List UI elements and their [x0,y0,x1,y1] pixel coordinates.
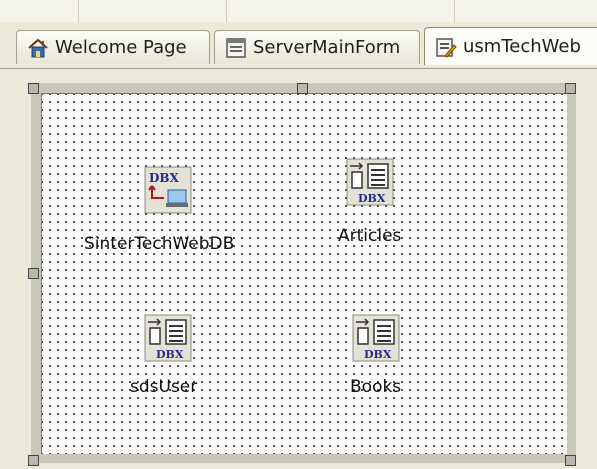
component-label: Articles [338,226,402,246]
dbx-connection-icon: DBX [144,166,192,214]
resize-handle-top[interactable] [297,83,308,94]
toolbar-segment [78,0,227,22]
tab-label: Welcome Page [55,37,187,58]
resize-handle-top-left[interactable] [28,83,39,94]
toolbar-segment [0,0,79,22]
dbx-dataset-icon: DBX [144,314,192,362]
tab-label: ServerMainForm [253,37,401,58]
component-sdsuser[interactable]: DBX [144,314,192,362]
component-sintertechwebdb[interactable]: DBX [144,166,192,214]
component-label: Books [350,377,402,397]
tab-label: usmTechWeb [463,36,581,57]
dbx-dataset-icon: DBX [352,314,400,362]
top-toolbar-strip [0,0,597,23]
tab-welcome-page[interactable]: Welcome Page [16,30,210,64]
toolbar-segment [226,0,455,22]
resize-handle-bottom-left[interactable] [28,455,39,466]
dbx-dataset-icon: DBX [346,158,394,206]
resize-handle-top-right[interactable] [565,83,576,94]
component-books[interactable]: DBX [352,314,400,362]
resize-handle-left[interactable] [28,268,39,279]
svg-text:DBX: DBX [364,348,392,361]
editor-tab-bar: Welcome Page ServerMainForm usmTechWeb [0,22,597,68]
house-icon [28,38,48,57]
component-label: sdsUser [130,377,198,397]
component-articles[interactable]: DBX [346,158,394,206]
svg-text:DBX: DBX [358,192,386,205]
resize-handle-bottom-right[interactable] [565,455,576,466]
svg-text:DBX: DBX [156,348,184,361]
svg-text:DBX: DBX [149,171,180,185]
design-grid-surface[interactable] [41,93,567,454]
form-icon [226,37,246,58]
tab-usm-tech-web[interactable]: usmTechWeb [424,27,597,65]
tab-server-main-form[interactable]: ServerMainForm [214,30,420,64]
component-label: SinterTechWebDB [84,234,235,254]
datamodule-edit-icon [436,37,457,58]
